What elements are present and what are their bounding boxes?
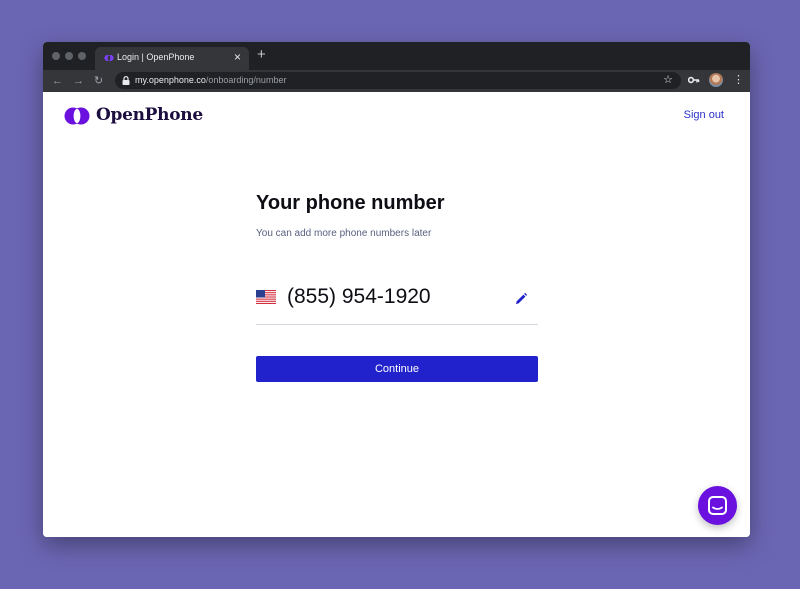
- page-content: OpenPhone Sign out Your phone number You…: [43, 92, 750, 537]
- tab-strip: Login | OpenPhone × +: [43, 42, 750, 70]
- browser-toolbar: ← → ↻ my.openphone.co/onboarding/number …: [43, 70, 750, 92]
- bookmark-star-icon[interactable]: ☆: [663, 73, 673, 86]
- browser-window: Login | OpenPhone × + ← → ↻ my.openphone…: [43, 42, 750, 537]
- edit-pencil-icon[interactable]: [514, 292, 528, 306]
- browser-menu-icon[interactable]: ⋮: [733, 74, 744, 86]
- openphone-favicon-icon: [104, 54, 114, 62]
- page-title: Your phone number: [256, 192, 445, 214]
- url-path: /onboarding/number: [205, 75, 287, 85]
- url-text: my.openphone.co/onboarding/number: [135, 75, 286, 85]
- tab-close-icon[interactable]: ×: [234, 50, 241, 64]
- page-subtitle: You can add more phone numbers later: [256, 228, 432, 239]
- address-bar[interactable]: my.openphone.co/onboarding/number ☆: [115, 72, 681, 89]
- window-maximize-dot[interactable]: [78, 52, 86, 60]
- brand-name: OpenPhone: [96, 105, 203, 125]
- window-minimize-dot[interactable]: [65, 52, 73, 60]
- reload-icon[interactable]: ↻: [94, 74, 103, 88]
- chat-icon: [708, 496, 727, 515]
- window-close-dot[interactable]: [52, 52, 60, 60]
- phone-number-value: (855) 954-1920: [287, 285, 431, 308]
- profile-avatar[interactable]: [709, 73, 723, 87]
- new-tab-button[interactable]: +: [257, 47, 266, 63]
- chat-launcher-button[interactable]: [698, 486, 737, 525]
- key-icon[interactable]: [688, 75, 700, 85]
- browser-tab[interactable]: Login | OpenPhone ×: [95, 47, 249, 70]
- forward-arrow-icon[interactable]: →: [73, 74, 84, 88]
- url-host: my.openphone.co: [135, 75, 206, 85]
- continue-button[interactable]: Continue: [256, 356, 538, 382]
- us-flag-icon: [256, 290, 276, 304]
- phone-field-underline: [256, 324, 538, 325]
- tab-title: Login | OpenPhone: [117, 52, 195, 62]
- lock-icon: [122, 76, 130, 85]
- back-arrow-icon[interactable]: ←: [52, 74, 63, 88]
- openphone-logo-icon: [64, 107, 90, 125]
- sign-out-link[interactable]: Sign out: [684, 109, 724, 121]
